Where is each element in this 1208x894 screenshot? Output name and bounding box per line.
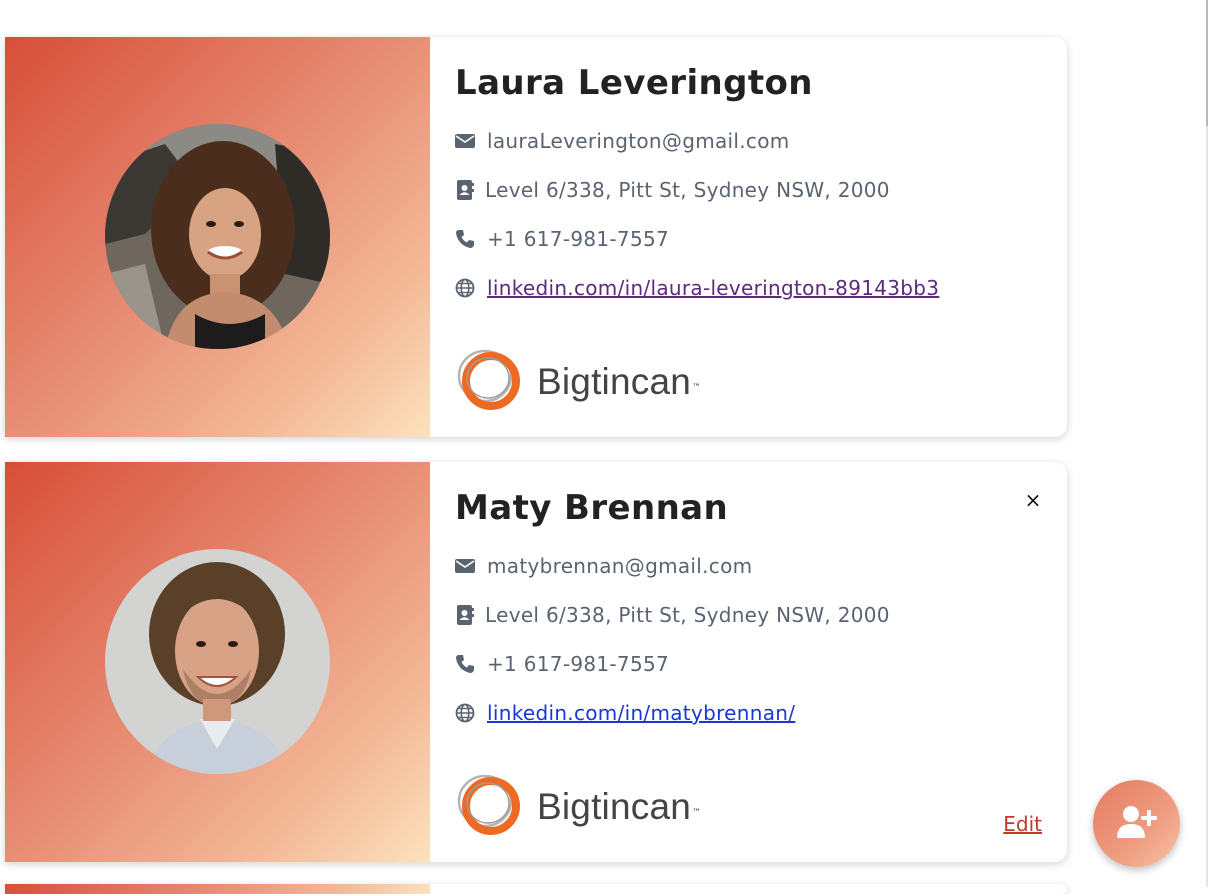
company-logo: Bigtincan ™ [455, 347, 701, 413]
contact-name: Maty Brennan [455, 488, 729, 528]
globe-icon [455, 703, 475, 723]
add-contact-button[interactable] [1093, 780, 1180, 867]
contact-card [5, 884, 1067, 894]
address-row: Level 6/338, Pitt St, Sydney NSW, 2000 [455, 602, 890, 628]
phone-row: +1 617-981-7557 [455, 651, 669, 677]
contact-email: lauraLeverington@gmail.com [487, 129, 790, 153]
edit-link[interactable]: Edit [1003, 812, 1042, 836]
contact-email: matybrennan@gmail.com [487, 554, 753, 578]
contact-phone: +1 617-981-7557 [487, 652, 670, 676]
company-logo-mark [455, 770, 527, 840]
phone-row: +1 617-981-7557 [455, 226, 669, 252]
email-row: matybrennan@gmail.com [455, 553, 752, 579]
trademark-mark: ™ [692, 383, 702, 393]
contact-phone: +1 617-981-7557 [487, 227, 670, 251]
envelope-icon [455, 556, 475, 576]
contact-info: Laura Leverington lauraLeverington@gmail… [455, 37, 1067, 437]
card-gradient-panel [5, 37, 430, 437]
linkedin-link[interactable]: linkedin.com/in/laura-leverington-89143b… [487, 276, 939, 300]
address-book-icon [455, 180, 475, 200]
globe-icon [455, 278, 475, 298]
trademark-mark: ™ [692, 808, 702, 818]
contact-name: Laura Leverington [455, 63, 813, 103]
contact-address: Level 6/338, Pitt St, Sydney NSW, 2000 [485, 178, 890, 202]
contact-address: Level 6/338, Pitt St, Sydney NSW, 2000 [485, 603, 890, 627]
company-name: Bigtincan [537, 361, 692, 402]
phone-icon [455, 654, 475, 674]
contact-card: Maty Brennan × matybrennan@gmail.com Lev… [5, 462, 1067, 862]
address-book-icon [455, 605, 475, 625]
email-row: lauraLeverington@gmail.com [455, 128, 790, 154]
avatar [105, 549, 330, 774]
linkedin-link[interactable]: linkedin.com/in/matybrennan/ [487, 701, 795, 725]
company-name: Bigtincan [537, 786, 692, 827]
close-button[interactable]: × [1024, 490, 1042, 510]
envelope-icon [455, 131, 475, 151]
user-plus-icon [1116, 805, 1157, 843]
website-row: linkedin.com/in/matybrennan/ [455, 700, 795, 726]
website-row: linkedin.com/in/laura-leverington-89143b… [455, 275, 939, 301]
address-row: Level 6/338, Pitt St, Sydney NSW, 2000 [455, 177, 890, 203]
contact-card: Laura Leverington lauraLeverington@gmail… [5, 37, 1067, 437]
avatar [105, 124, 330, 349]
phone-icon [455, 229, 475, 249]
card-gradient-panel [5, 462, 430, 862]
company-logo-mark [455, 345, 527, 415]
card-gradient-panel [5, 884, 430, 894]
contact-info: Maty Brennan × matybrennan@gmail.com Lev… [455, 462, 1067, 862]
company-logo: Bigtincan ™ [455, 772, 701, 838]
